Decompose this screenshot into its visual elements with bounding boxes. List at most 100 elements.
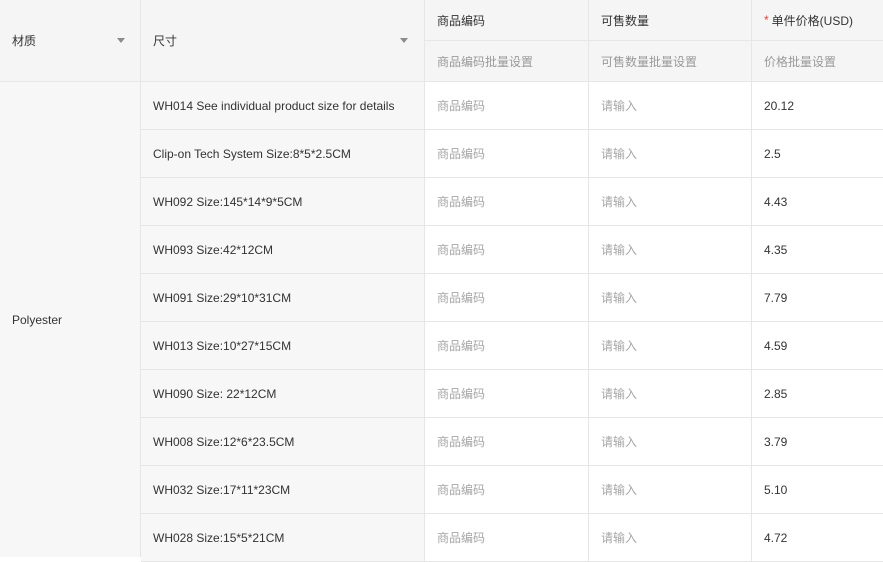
sku-input[interactable]: 商品编码 (425, 514, 589, 562)
sku-bulk-setting[interactable]: 商品编码批量设置 (425, 41, 589, 82)
sku-placeholder: 商品编码 (437, 243, 486, 257)
price-input[interactable]: 4.43 (752, 178, 883, 226)
price-header-label: 单件价格(USD) (771, 13, 854, 28)
qty-input[interactable]: 请输入 (589, 322, 752, 370)
size-value: WH091 Size:29*10*31CM (153, 290, 292, 305)
qty-placeholder: 请输入 (601, 531, 638, 545)
qty-input[interactable]: 请输入 (589, 418, 752, 466)
column-header-size[interactable]: 尺寸 (141, 0, 425, 82)
price-value: 20.12 (764, 98, 795, 113)
table-row-size: WH014 See individual product size for de… (141, 82, 425, 130)
qty-input[interactable]: 请输入 (589, 514, 752, 562)
size-header-label: 尺寸 (153, 34, 178, 48)
qty-bulk-setting[interactable]: 可售数量批量设置 (589, 41, 752, 82)
size-value: WH093 Size:42*12CM (153, 242, 274, 257)
price-value: 4.35 (764, 242, 788, 257)
size-value: WH013 Size:10*27*15CM (153, 338, 292, 353)
price-bulk-setting[interactable]: 价格批量设置 (752, 41, 883, 82)
price-input[interactable]: 7.79 (752, 274, 883, 322)
table-row-size: WH091 Size:29*10*31CM (141, 274, 425, 322)
price-value: 2.85 (764, 386, 788, 401)
column-header-material[interactable]: 材质 (0, 0, 141, 82)
price-input[interactable]: 2.85 (752, 370, 883, 418)
sku-input[interactable]: 商品编码 (425, 178, 589, 226)
qty-header-label: 可售数量 (601, 13, 650, 28)
qty-bulk-label: 可售数量批量设置 (601, 54, 698, 69)
qty-input[interactable]: 请输入 (589, 130, 752, 178)
size-value: WH014 See individual product size for de… (153, 98, 395, 113)
qty-input[interactable]: 请输入 (589, 226, 752, 274)
size-value: WH032 Size:17*11*23CM (153, 482, 291, 497)
sku-input[interactable]: 商品编码 (425, 418, 589, 466)
qty-placeholder: 请输入 (601, 147, 638, 161)
sku-input[interactable]: 商品编码 (425, 274, 589, 322)
price-value: 5.10 (764, 482, 788, 497)
size-value: WH008 Size:12*6*23.5CM (153, 434, 295, 449)
material-header-label: 材质 (12, 34, 37, 48)
variant-table: 材质 尺寸 商品编码 商品编码批量设置 可售数量 可售数量批量设置 * 单件价格… (0, 0, 883, 562)
sku-placeholder: 商品编码 (437, 147, 486, 161)
size-value: Clip-on Tech System Size:8*5*2.5CM (153, 146, 351, 161)
qty-placeholder: 请输入 (601, 195, 638, 209)
sku-placeholder: 商品编码 (437, 339, 486, 353)
sku-placeholder: 商品编码 (437, 195, 486, 209)
column-header-qty: 可售数量 (589, 0, 752, 41)
qty-input[interactable]: 请输入 (589, 466, 752, 514)
sku-input[interactable]: 商品编码 (425, 322, 589, 370)
chevron-down-icon[interactable] (400, 38, 408, 43)
size-value: WH090 Size: 22*12CM (153, 386, 277, 401)
material-cell: Polyester (0, 82, 141, 557)
sku-placeholder: 商品编码 (437, 99, 486, 113)
sku-placeholder: 商品编码 (437, 291, 486, 305)
sku-input[interactable]: 商品编码 (425, 226, 589, 274)
table-row-size: WH013 Size:10*27*15CM (141, 322, 425, 370)
sku-placeholder: 商品编码 (437, 387, 486, 401)
price-input[interactable]: 4.35 (752, 226, 883, 274)
sku-placeholder: 商品编码 (437, 483, 486, 497)
price-input[interactable]: 2.5 (752, 130, 883, 178)
sku-input[interactable]: 商品编码 (425, 130, 589, 178)
material-value: Polyester (12, 312, 63, 327)
sku-input[interactable]: 商品编码 (425, 370, 589, 418)
qty-placeholder: 请输入 (601, 339, 638, 353)
table-row-size: WH090 Size: 22*12CM (141, 370, 425, 418)
qty-placeholder: 请输入 (601, 99, 638, 113)
qty-placeholder: 请输入 (601, 387, 638, 401)
sku-placeholder: 商品编码 (437, 531, 486, 545)
price-input[interactable]: 4.59 (752, 322, 883, 370)
sku-input[interactable]: 商品编码 (425, 466, 589, 514)
sku-placeholder: 商品编码 (437, 435, 486, 449)
price-input[interactable]: 5.10 (752, 466, 883, 514)
sku-bulk-label: 商品编码批量设置 (437, 54, 534, 69)
qty-input[interactable]: 请输入 (589, 370, 752, 418)
table-row-size: WH028 Size:15*5*21CM (141, 514, 425, 562)
sku-header-label: 商品编码 (437, 13, 486, 28)
chevron-down-icon[interactable] (117, 38, 125, 43)
table-row-size: WH032 Size:17*11*23CM (141, 466, 425, 514)
size-value: WH092 Size:145*14*9*5CM (153, 194, 303, 209)
price-value: 3.79 (764, 434, 788, 449)
column-header-sku: 商品编码 (425, 0, 589, 41)
table-row-size: Clip-on Tech System Size:8*5*2.5CM (141, 130, 425, 178)
price-value: 7.79 (764, 290, 788, 305)
price-input[interactable]: 4.72 (752, 514, 883, 562)
size-value: WH028 Size:15*5*21CM (153, 530, 285, 545)
table-row-size: WH008 Size:12*6*23.5CM (141, 418, 425, 466)
qty-placeholder: 请输入 (601, 435, 638, 449)
qty-input[interactable]: 请输入 (589, 178, 752, 226)
price-input[interactable]: 20.12 (752, 82, 883, 130)
qty-placeholder: 请输入 (601, 243, 638, 257)
qty-placeholder: 请输入 (601, 291, 638, 305)
price-value: 4.59 (764, 338, 788, 353)
qty-input[interactable]: 请输入 (589, 82, 752, 130)
qty-placeholder: 请输入 (601, 483, 638, 497)
price-value: 2.5 (764, 146, 781, 161)
sku-input[interactable]: 商品编码 (425, 82, 589, 130)
price-bulk-label: 价格批量设置 (764, 54, 837, 69)
table-row-size: WH093 Size:42*12CM (141, 226, 425, 274)
price-input[interactable]: 3.79 (752, 418, 883, 466)
qty-input[interactable]: 请输入 (589, 274, 752, 322)
price-value: 4.72 (764, 530, 788, 545)
required-mark: * (764, 13, 769, 27)
price-value: 4.43 (764, 194, 788, 209)
